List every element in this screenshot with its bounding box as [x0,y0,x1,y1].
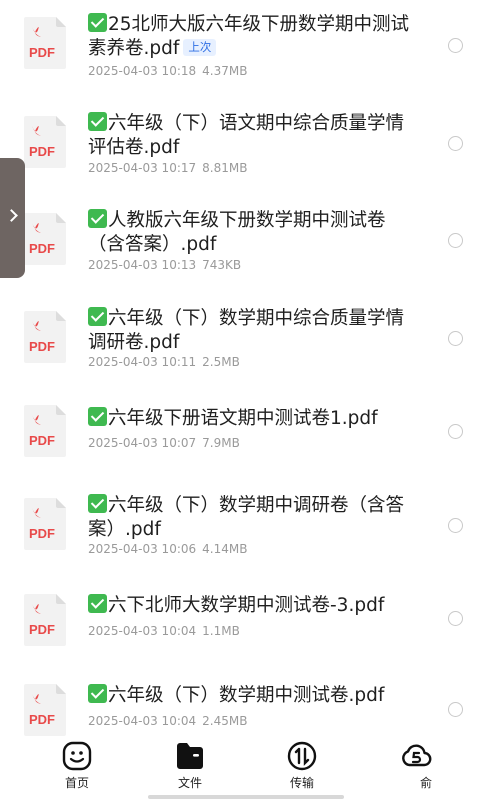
pdf-icon: PDF [24,498,66,550]
file-meta: 2025-04-03 10:11 2.5MB [88,354,418,370]
chevron-right-icon [5,209,18,222]
tab-label: 文件 [177,776,202,790]
file-size: 7.9MB [202,436,240,450]
bottom-tab-bar: 首页 文件 传输 俞 [0,738,493,800]
check-icon [88,13,107,32]
file-meta: 2025-04-03 10:07 7.9MB [88,435,418,451]
pdf-icon: PDF [24,17,66,69]
smiley-icon [62,741,92,771]
file-size: 1.1MB [202,624,240,638]
svg-text:PDF: PDF [29,45,55,60]
check-icon [88,112,107,131]
file-meta: 2025-04-03 10:04 2.45MB [88,713,418,729]
list-item[interactable]: PDF 六年级（下）数学期中综合质量学情调研卷.pdf 2025-04-03 1… [0,307,493,387]
file-date: 2025-04-03 10:13 [88,258,197,272]
file-date: 2025-04-03 10:07 [88,436,197,450]
tab-label: 俞 [419,776,432,790]
home-indicator[interactable] [148,795,344,799]
file-title: 六年级（下）数学期中综合质量学情调研卷.pdf [88,307,405,353]
select-radio[interactable] [448,331,463,346]
file-date: 2025-04-03 10:04 [88,624,197,638]
svg-text:PDF: PDF [29,241,55,256]
check-icon [88,307,107,326]
list-item[interactable]: PDF 六年级（下）语文期中综合质量学情评估卷.pdf 2025-04-03 1… [0,112,493,192]
svg-text:PDF: PDF [29,526,55,541]
file-meta: 2025-04-03 10:04 1.1MB [88,623,418,639]
list-item[interactable]: PDF 六年级下册语文期中测试卷1.pdf 2025-04-03 10:07 7.… [0,405,493,487]
file-date: 2025-04-03 10:11 [88,355,197,369]
file-title: 六年级（下）数学期中调研卷（含答案）.pdf [88,494,405,540]
check-icon [88,494,107,513]
select-radio[interactable] [448,611,463,626]
pdf-icon: PDF [24,405,66,457]
file-title: 六年级（下）数学期中测试卷.pdf [88,684,418,708]
tab-label: 传输 [289,776,314,790]
transfer-icon [287,741,317,771]
pdf-icon: PDF [24,213,66,265]
list-item[interactable]: PDF 人教版六年级下册数学期中测试卷（含答案）.pdf 2025-04-03 … [0,209,493,289]
file-size: 743KB [202,258,242,272]
file-size: 4.37MB [202,64,248,78]
file-date: 2025-04-03 10:04 [88,714,197,728]
list-item[interactable]: PDF 六下北师大数学期中测试卷-3.pdf 2025-04-03 10:04 1… [0,594,493,674]
pdf-icon: PDF [24,684,66,736]
select-radio[interactable] [448,702,463,717]
file-title: 25北师大版六年级下册数学期中测试素养卷.pdf 上次 [88,13,410,59]
svg-text:PDF: PDF [29,622,55,637]
select-radio[interactable] [448,38,463,53]
file-date: 2025-04-03 10:18 [88,64,197,78]
last-opened-badge: 上次 [183,39,217,56]
svg-text:PDF: PDF [29,712,55,727]
file-title: 六下北师大数学期中测试卷-3.pdf [88,594,418,618]
select-radio[interactable] [448,233,463,248]
pdf-icon: PDF [24,311,66,363]
svg-text:PDF: PDF [29,339,55,354]
select-radio[interactable] [448,136,463,151]
file-size: 4.14MB [202,542,248,556]
file-meta: 2025-04-03 10:13 743KB [88,257,418,273]
file-title: 六年级（下）语文期中综合质量学情评估卷.pdf [88,112,405,158]
file-size: 2.45MB [202,714,248,728]
check-icon [88,684,107,703]
file-size: 2.5MB [202,355,240,369]
file-title: 六年级下册语文期中测试卷1.pdf [88,407,418,431]
side-drawer-handle[interactable] [0,158,25,278]
tab-label: 首页 [64,776,89,790]
check-icon [88,594,107,613]
file-meta: 2025-04-03 10:17 8.81MB [88,160,418,176]
svg-text:PDF: PDF [29,433,55,448]
select-radio[interactable] [448,518,463,533]
list-item[interactable]: PDF 25北师大版六年级下册数学期中测试素养卷.pdf 上次 2025-04-0… [0,13,493,93]
list-item[interactable]: PDF 六年级（下）数学期中调研卷（含答案）.pdf 2025-04-03 10… [0,494,493,574]
file-title: 人教版六年级下册数学期中测试卷（含答案）.pdf [88,209,386,255]
tab-cloud[interactable]: 俞 [386,738,446,800]
cloud-icon [402,744,432,767]
pdf-icon: PDF [24,594,66,646]
pdf-icon: PDF [24,116,66,168]
file-date: 2025-04-03 10:06 [88,542,197,556]
svg-text:PDF: PDF [29,144,55,159]
file-size: 8.81MB [202,161,248,175]
check-icon [88,209,107,228]
check-icon [88,407,107,426]
file-meta: 2025-04-03 10:18 4.37MB [88,63,418,79]
file-meta: 2025-04-03 10:06 4.14MB [88,541,418,557]
file-date: 2025-04-03 10:17 [88,161,197,175]
tab-home[interactable]: 首页 [47,738,107,800]
tab-files[interactable]: 文件 [160,738,220,800]
select-radio[interactable] [448,424,463,439]
tab-transfer[interactable]: 传输 [272,738,332,800]
folder-icon [177,743,203,769]
